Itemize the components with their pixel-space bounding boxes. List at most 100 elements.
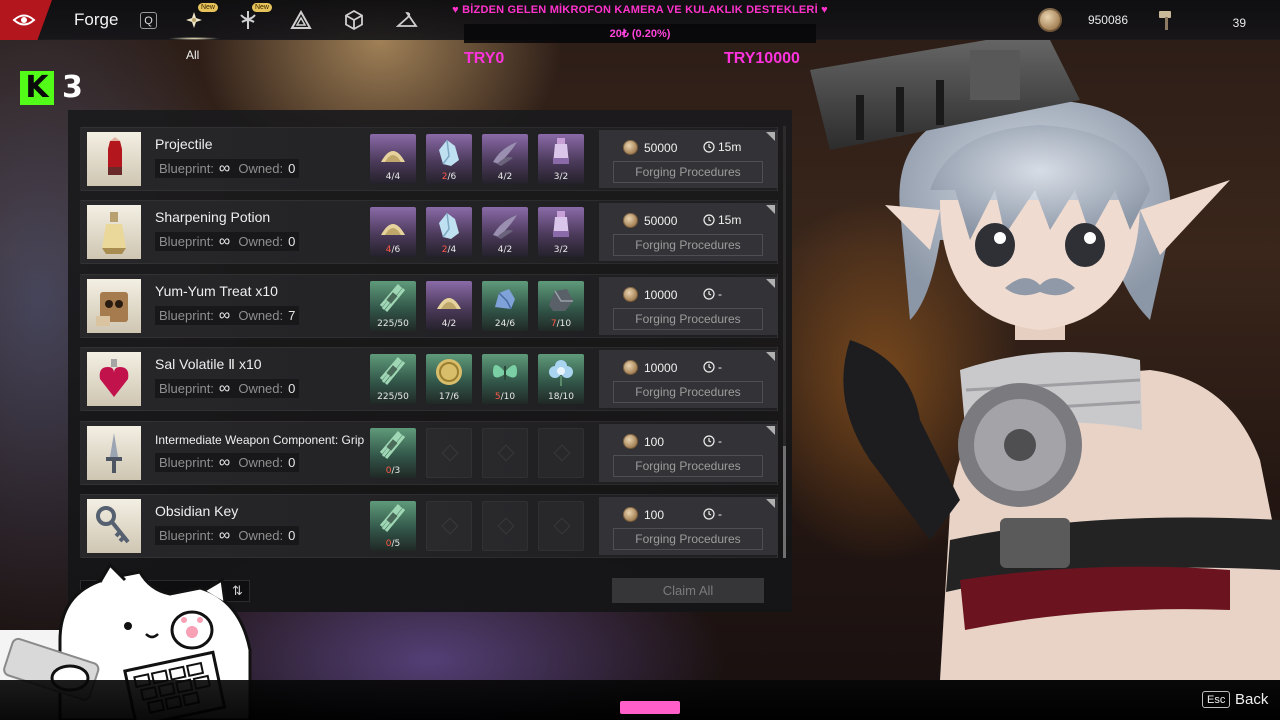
material-count: 0/5 [385,539,401,549]
cube-icon [345,9,363,31]
forge-recipe-row[interactable]: Yum-Yum Treat x10 Blueprint: ∞ Owned: 7 225/5… [80,274,778,338]
tab-equipment[interactable]: New [230,3,272,35]
owned-count: 0 [288,455,296,470]
clock-icon [703,435,715,447]
esc-key-hint[interactable]: Esc [1202,691,1231,708]
crest-icon [240,11,256,29]
material-slot[interactable]: 3/2 [538,134,584,184]
forging-procedures-button[interactable]: Forging Procedures [613,234,763,256]
material-slot[interactable]: 7/10 [538,281,584,331]
forge-action-panel[interactable]: 100 - Forging Procedures [599,424,777,482]
menu-button[interactable] [0,0,52,40]
forge-recipe-row[interactable]: Intermediate Weapon Component: Grip Bluep… [80,421,778,485]
material-slot[interactable]: 225/50 [370,281,416,331]
forge-action-panel[interactable]: 50000 15m Forging Procedures [599,130,777,188]
time-value: 15m [718,140,742,154]
forging-procedures-button[interactable]: Forging Procedures [613,381,763,403]
forge-cost: 10000 [623,360,677,375]
forging-procedures-button[interactable]: Forging Procedures [613,455,763,477]
material-slot[interactable]: 4/6 [370,207,416,257]
item-meta: Blueprint: ∞ Owned: 0 [155,232,300,251]
vial-icon [553,211,569,237]
clock-icon [703,141,715,153]
owned-label: Owned: [238,528,284,543]
blueprint-label: Blueprint: [159,234,214,249]
forge-recipe-row[interactable]: Obsidian Key Blueprint: ∞ Owned: 0 0/5 100- For… [80,494,778,558]
empty-material-slot [426,428,472,478]
tab-components[interactable] [283,5,319,35]
tab-all[interactable]: New [168,3,220,40]
claim-all-button[interactable]: Claim All [612,578,764,603]
material-slot[interactable]: 24/6 [482,281,528,331]
back-button[interactable]: Back [1235,691,1268,708]
material-slot[interactable]: 225/50 [370,354,416,404]
material-slot[interactable]: 2/4 [426,207,472,257]
owned-count: 0 [288,381,296,396]
material-slot[interactable]: 0/3 [370,428,416,478]
blueprint-chip: Blueprint: ∞ [155,159,235,178]
forge-recipe-row[interactable]: Projectile Blueprint: ∞ Owned: 0 4/4 2/6 4/2 3/2… [80,127,778,191]
forging-procedures-button[interactable]: Forging Procedures [613,161,763,183]
infinity-icon: ∞ [218,232,231,250]
coin-icon [623,140,638,155]
empty-slot-diamond [441,444,459,462]
material-slot[interactable]: 2/6 [426,134,472,184]
coin-icon [1038,8,1062,32]
item-name: Yum-Yum Treat x10 [155,283,278,299]
gold-coin-icon [436,359,462,385]
tab-materials[interactable] [336,5,372,35]
scrollbar-thumb[interactable] [783,446,786,558]
material-have: 2 [441,245,448,255]
sand-pile-icon [381,151,405,162]
material-need: 2 [506,172,513,182]
forge-recipe-row[interactable]: Sal Volatile Ⅱ x10 Blueprint: ∞ Owned: 0 225/… [80,347,778,411]
material-slot[interactable]: 4/4 [370,134,416,184]
material-have: 4 [441,319,448,329]
material-count: 4/4 [385,172,401,182]
material-count: 3/2 [553,172,569,182]
ore-icon [495,289,515,310]
material-slot[interactable]: 5/10 [482,354,528,404]
forge-time: - [703,287,722,301]
tab-outfits[interactable] [389,5,425,35]
horn-icon [493,215,517,239]
infinity-icon: ∞ [218,306,231,324]
material-slot[interactable]: 4/2 [426,281,472,331]
blueprint-label: Blueprint: [159,455,214,470]
item-meta: Blueprint: ∞ Owned: 7 [155,306,300,325]
blueprint-chip: Blueprint: ∞ [155,526,235,545]
blueprint-chip: Blueprint: ∞ [155,306,235,325]
material-slot[interactable]: 18/10 [538,354,584,404]
owned-chip: Owned: 0 [234,453,300,472]
material-slot[interactable]: 4/2 [482,134,528,184]
new-badge: New [197,3,218,12]
forge-action-panel[interactable]: 10000 - Forging Procedures [599,277,777,335]
material-slot[interactable]: 3/2 [538,207,584,257]
flower-icon [186,12,202,28]
material-need: 2 [562,172,569,182]
forge-action-panel[interactable]: 10000 - Forging Procedures [599,350,777,408]
empty-slot-diamond [497,517,515,535]
material-slot[interactable]: 4/2 [482,207,528,257]
blueprint-chip: Blueprint: ∞ [155,453,235,472]
material-slot[interactable]: 0/5 [370,501,416,551]
goal-current: TRY0 [464,50,505,67]
owned-label: Owned: [238,234,284,249]
forging-procedures-button[interactable]: Forging Procedures [613,528,763,550]
projectile-icon [87,132,141,186]
clock-icon [703,288,715,300]
donation-banner: ♥ BİZDEN GELEN MİKROFON KAMERA VE KULAKL… [452,4,828,16]
material-slot[interactable]: 17/6 [426,354,472,404]
forging-procedures-button[interactable]: Forging Procedures [613,308,763,330]
forge-recipe-row[interactable]: Sharpening Potion Blueprint: ∞ Owned: 0 4/6 2/… [80,200,778,264]
triangle-knot-icon [290,9,312,29]
butterfly-icon [493,365,517,380]
infinity-icon: ∞ [218,379,231,397]
page-title: Forge [74,10,119,29]
forge-action-panel[interactable]: 50000 15m Forging Procedures [599,203,777,261]
material-count: 5/10 [494,392,516,402]
time-value: - [718,434,722,448]
prev-category-hotkey[interactable]: Q [140,12,157,29]
forge-action-panel[interactable]: 100 - Forging Procedures [599,497,777,555]
material-count: 0/3 [385,466,401,476]
